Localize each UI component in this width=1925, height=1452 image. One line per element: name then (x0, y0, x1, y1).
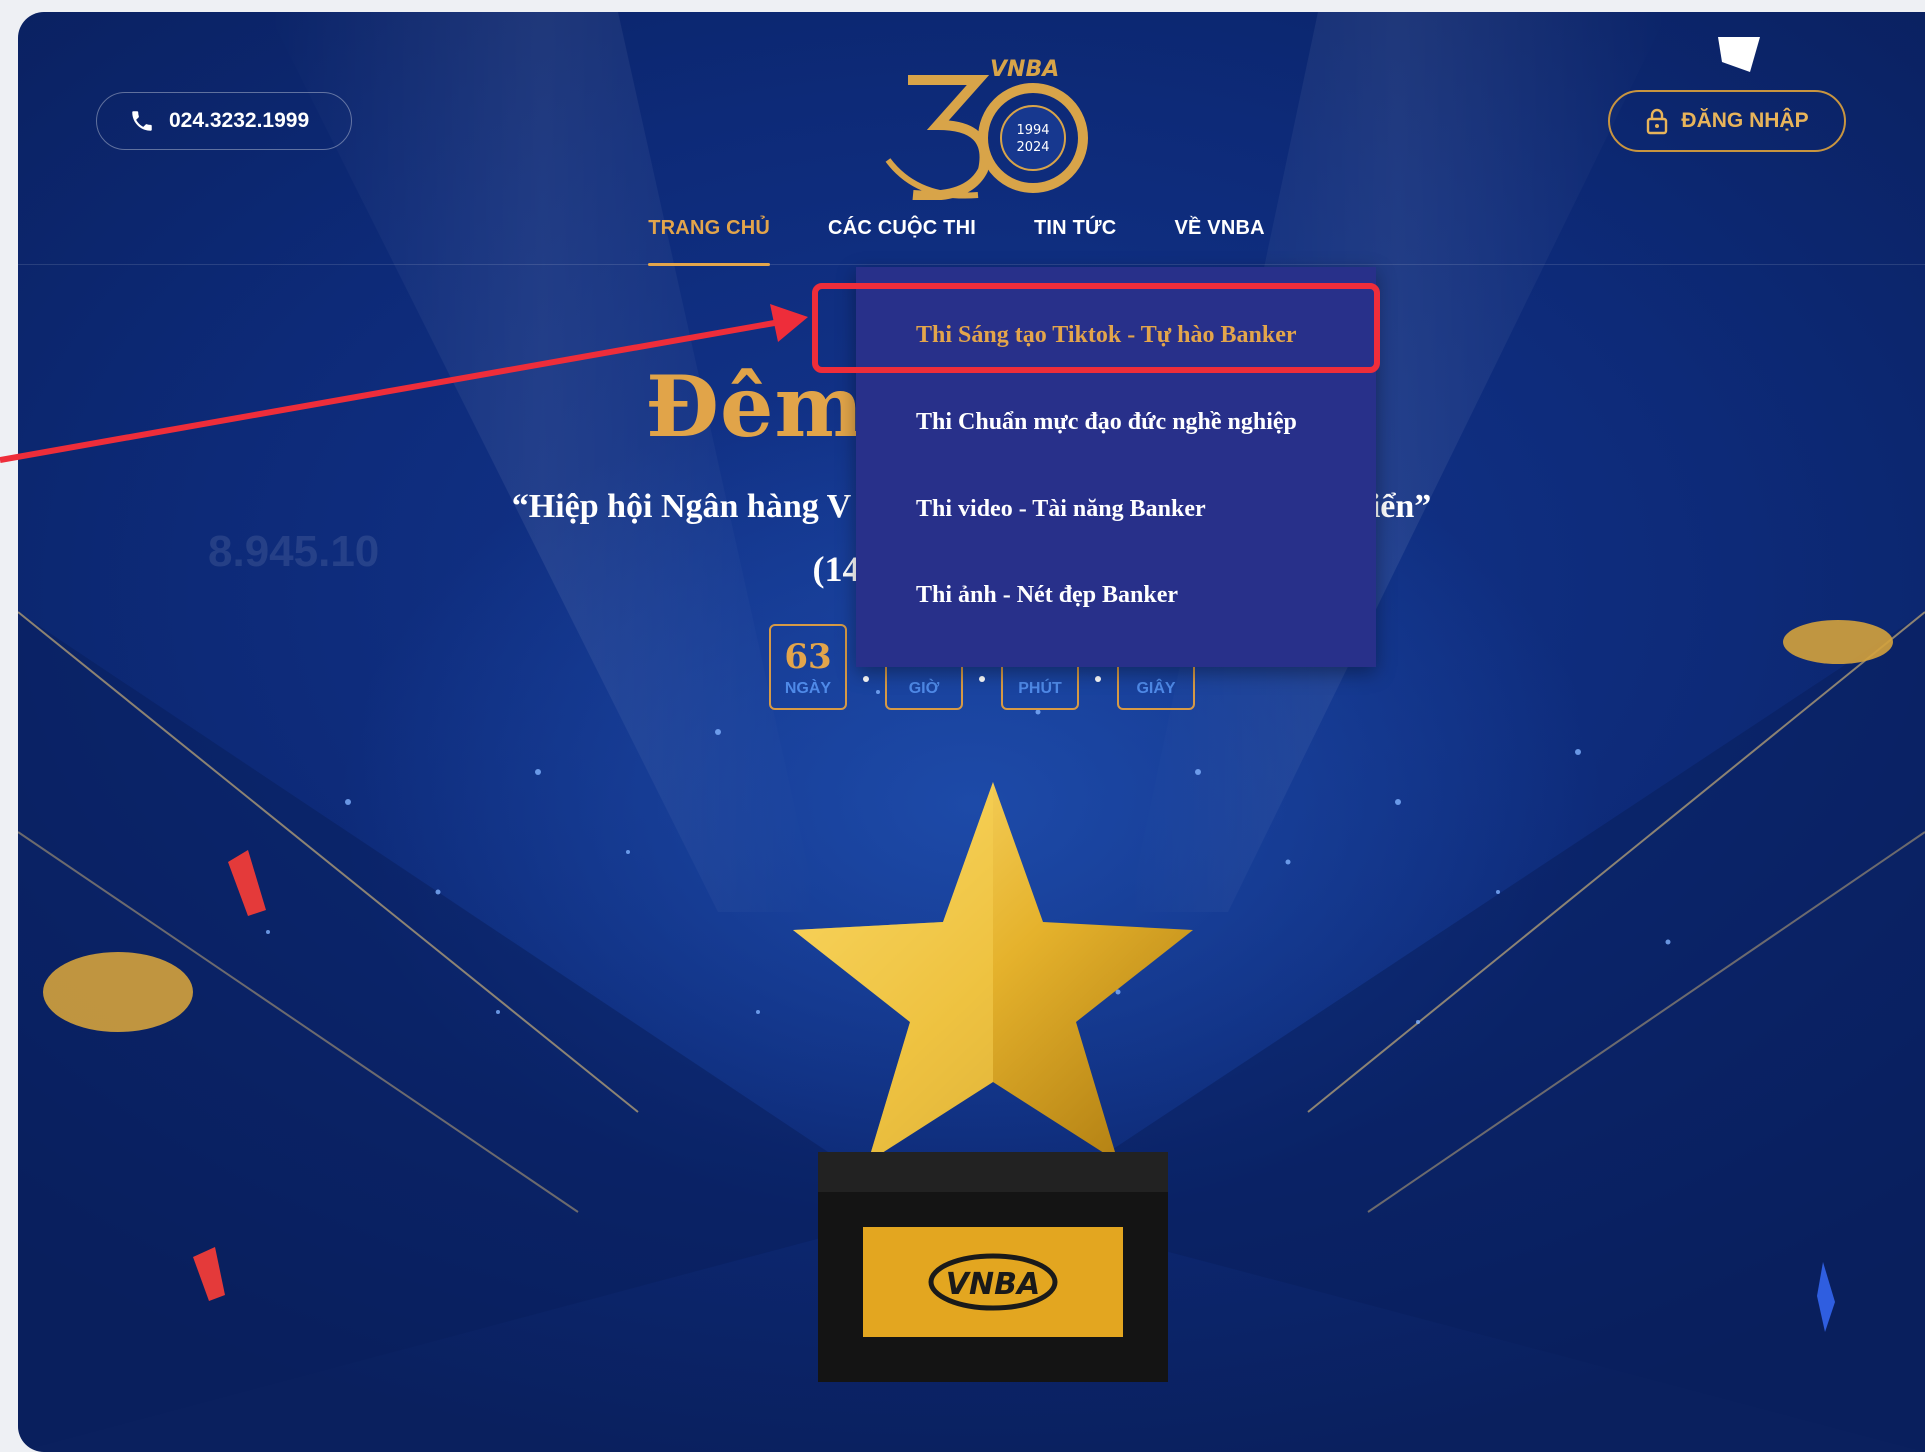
header-divider (18, 264, 1925, 265)
logo-end-year: 2024 (1016, 140, 1049, 155)
star-trophy: VNBA (788, 782, 1198, 1412)
countdown-days-label: NGÀY (784, 680, 832, 697)
phone-number: 024.3232.1999 (169, 109, 310, 132)
nav-item-news[interactable]: TIN TỨC (1034, 217, 1116, 257)
countdown-separator (1095, 676, 1101, 682)
logo-brand: VNBA (990, 57, 1059, 82)
trophy-plate-text: VNBA (946, 1267, 1040, 1302)
countdown-separator (979, 676, 985, 682)
nav-item-about[interactable]: VỀ VNBA (1174, 217, 1264, 257)
annotation-highlight-box (812, 283, 1380, 373)
nav-item-contests[interactable]: CÁC CUỘC THI (828, 217, 976, 257)
dropdown-item-video[interactable]: Thi video - Tài năng Banker (916, 496, 1206, 523)
countdown-days-value: 63 (784, 637, 832, 677)
lock-icon (1647, 108, 1668, 135)
countdown-hours-label: GIỜ (908, 680, 940, 697)
phone-icon (132, 111, 152, 131)
hero-subtitle-left: “Hiệp hội Ngân hàng V (511, 488, 851, 525)
dropdown-item-photo[interactable]: Thi ảnh - Nét đẹp Banker (916, 582, 1178, 609)
page-frame: 8.945.10 024.3232.1999 1994 2024 VNBA ĐĂ… (18, 12, 1925, 1452)
vnba-30-logo[interactable]: 1994 2024 VNBA (868, 50, 1088, 201)
main-nav: TRANG CHỦ CÁC CUỘC THI TIN TỨC VỀ VNBA (18, 217, 1925, 266)
countdown-minutes-label: PHÚT (1018, 680, 1062, 697)
dropdown-item-ethics[interactable]: Thi Chuẩn mực đạo đức nghề nghiệp (916, 409, 1297, 436)
login-label: ĐĂNG NHẬP (1681, 109, 1809, 132)
countdown-separator (863, 676, 869, 682)
countdown-days: 63 NGÀY (769, 624, 869, 710)
countdown-seconds-label: GIÂY (1136, 680, 1176, 697)
logo-start-year: 1994 (1016, 123, 1049, 138)
phone-contact-button[interactable]: 024.3232.1999 (96, 92, 352, 150)
annotation-arrow (0, 304, 808, 463)
login-button[interactable]: ĐĂNG NHẬP (1608, 90, 1846, 152)
nav-item-home[interactable]: TRANG CHỦ (648, 217, 770, 266)
